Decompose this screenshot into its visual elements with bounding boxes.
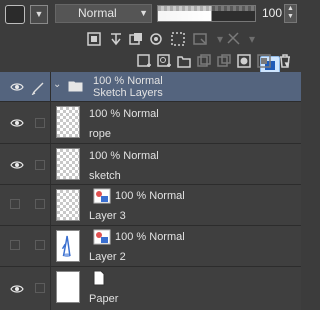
column-divider (50, 226, 51, 266)
copy-layer-icon[interactable] (196, 53, 212, 69)
transfer-icon[interactable] (108, 31, 124, 47)
opacity-checker (158, 6, 255, 11)
opacity-slider[interactable] (157, 5, 256, 22)
mask-icon[interactable] (192, 31, 208, 47)
chevron-down-icon[interactable]: ▼ (30, 5, 48, 24)
layer-thumbnail (56, 271, 80, 303)
chevron-down-icon: ▼ (139, 8, 148, 18)
eye-icon[interactable] (10, 82, 24, 92)
new-folder-icon[interactable] (176, 53, 192, 69)
layer-property-icon[interactable] (86, 31, 102, 47)
folder-icon (68, 80, 83, 92)
layer-meta: 100 % Normal (115, 231, 185, 243)
layer-row-sketch[interactable]: 100 % Normal sketch (0, 144, 301, 185)
mask-add-icon[interactable] (236, 53, 252, 69)
lock-toggle[interactable] (35, 160, 45, 170)
layer-row-paper[interactable]: Paper (0, 267, 301, 310)
sketch-figure-thumbnail (61, 235, 71, 257)
layer-thumbnail (56, 189, 80, 221)
stepper-up-icon[interactable]: ▲ (285, 5, 296, 13)
visibility-toggle[interactable] (10, 240, 20, 250)
layer-tools-row: ▾ ▾ ▼ (0, 27, 301, 75)
column-divider (50, 185, 51, 225)
paper-layer-icon (93, 270, 105, 286)
column-divider (50, 144, 51, 184)
layer-meta: 100 % Normal (93, 75, 163, 87)
layer-actions-row (0, 49, 301, 73)
clipping-icon[interactable] (128, 31, 144, 47)
lock-toggle[interactable] (35, 283, 45, 293)
merge-icon[interactable] (216, 53, 232, 69)
vector-layer-icon (93, 229, 111, 245)
layer-name: rope (89, 128, 112, 140)
layer-name: Sketch Layers (93, 87, 163, 99)
draft-icon[interactable] (170, 31, 186, 47)
layer-meta: 100 % Normal (89, 108, 159, 120)
stepper-down-icon[interactable]: ▼ (285, 13, 296, 21)
chevron-down-icon[interactable]: ⌄ (53, 79, 61, 90)
layer-meta: 100 % Normal (89, 150, 159, 162)
layer-row-layer-3[interactable]: 100 % Normal Layer 3 (0, 185, 301, 226)
new-raster-layer-icon[interactable] (136, 53, 152, 69)
apply-mask-icon[interactable] (256, 53, 272, 69)
layer-list: ⌄ 100 % Normal Sketch Layers 100 % Norma… (0, 72, 301, 310)
eye-icon[interactable] (10, 118, 24, 128)
lock-toggle[interactable] (35, 199, 45, 209)
column-divider (50, 72, 51, 101)
layer-thumbnail (56, 230, 80, 262)
layer-row-rope[interactable]: 100 % Normal rope (0, 102, 301, 144)
layer-properties-bar: ▼ Normal ▼ 100 ▲ ▼ (0, 0, 301, 27)
column-divider (50, 267, 51, 310)
delete-layer-icon[interactable] (277, 53, 293, 69)
eye-icon[interactable] (10, 160, 24, 170)
layer-row-sketch-layers[interactable]: ⌄ 100 % Normal Sketch Layers (0, 72, 301, 102)
vector-layer-icon (93, 188, 111, 204)
ruler-icon[interactable] (226, 31, 242, 47)
layer-thumbnail (56, 106, 80, 138)
pen-edit-icon[interactable] (31, 79, 47, 95)
layer-name: Layer 2 (89, 251, 126, 263)
blend-mode-value: Normal (78, 6, 117, 20)
column-divider (50, 102, 51, 143)
layer-name: Layer 3 (89, 210, 126, 222)
layer-meta: 100 % Normal (115, 190, 185, 202)
reference-icon[interactable] (148, 31, 164, 47)
layer-thumbnail (56, 148, 80, 180)
new-vector-layer-icon[interactable] (156, 53, 172, 69)
opacity-stepper[interactable]: ▲ ▼ (284, 4, 297, 23)
layer-color-swatch[interactable] (5, 5, 25, 24)
visibility-toggle[interactable] (10, 199, 20, 209)
layer-name: Paper (89, 293, 119, 305)
opacity-value[interactable]: 100 (262, 5, 284, 22)
layer-row-layer-2[interactable]: 100 % Normal Layer 2 (0, 226, 301, 267)
eye-icon[interactable] (10, 284, 24, 294)
blend-mode-select[interactable]: Normal ▼ (55, 4, 152, 23)
lock-toggle[interactable] (35, 240, 45, 250)
lock-toggle[interactable] (35, 118, 45, 128)
layer-name: sketch (89, 170, 121, 182)
chevron-down-icon[interactable]: ▾ (244, 31, 260, 47)
